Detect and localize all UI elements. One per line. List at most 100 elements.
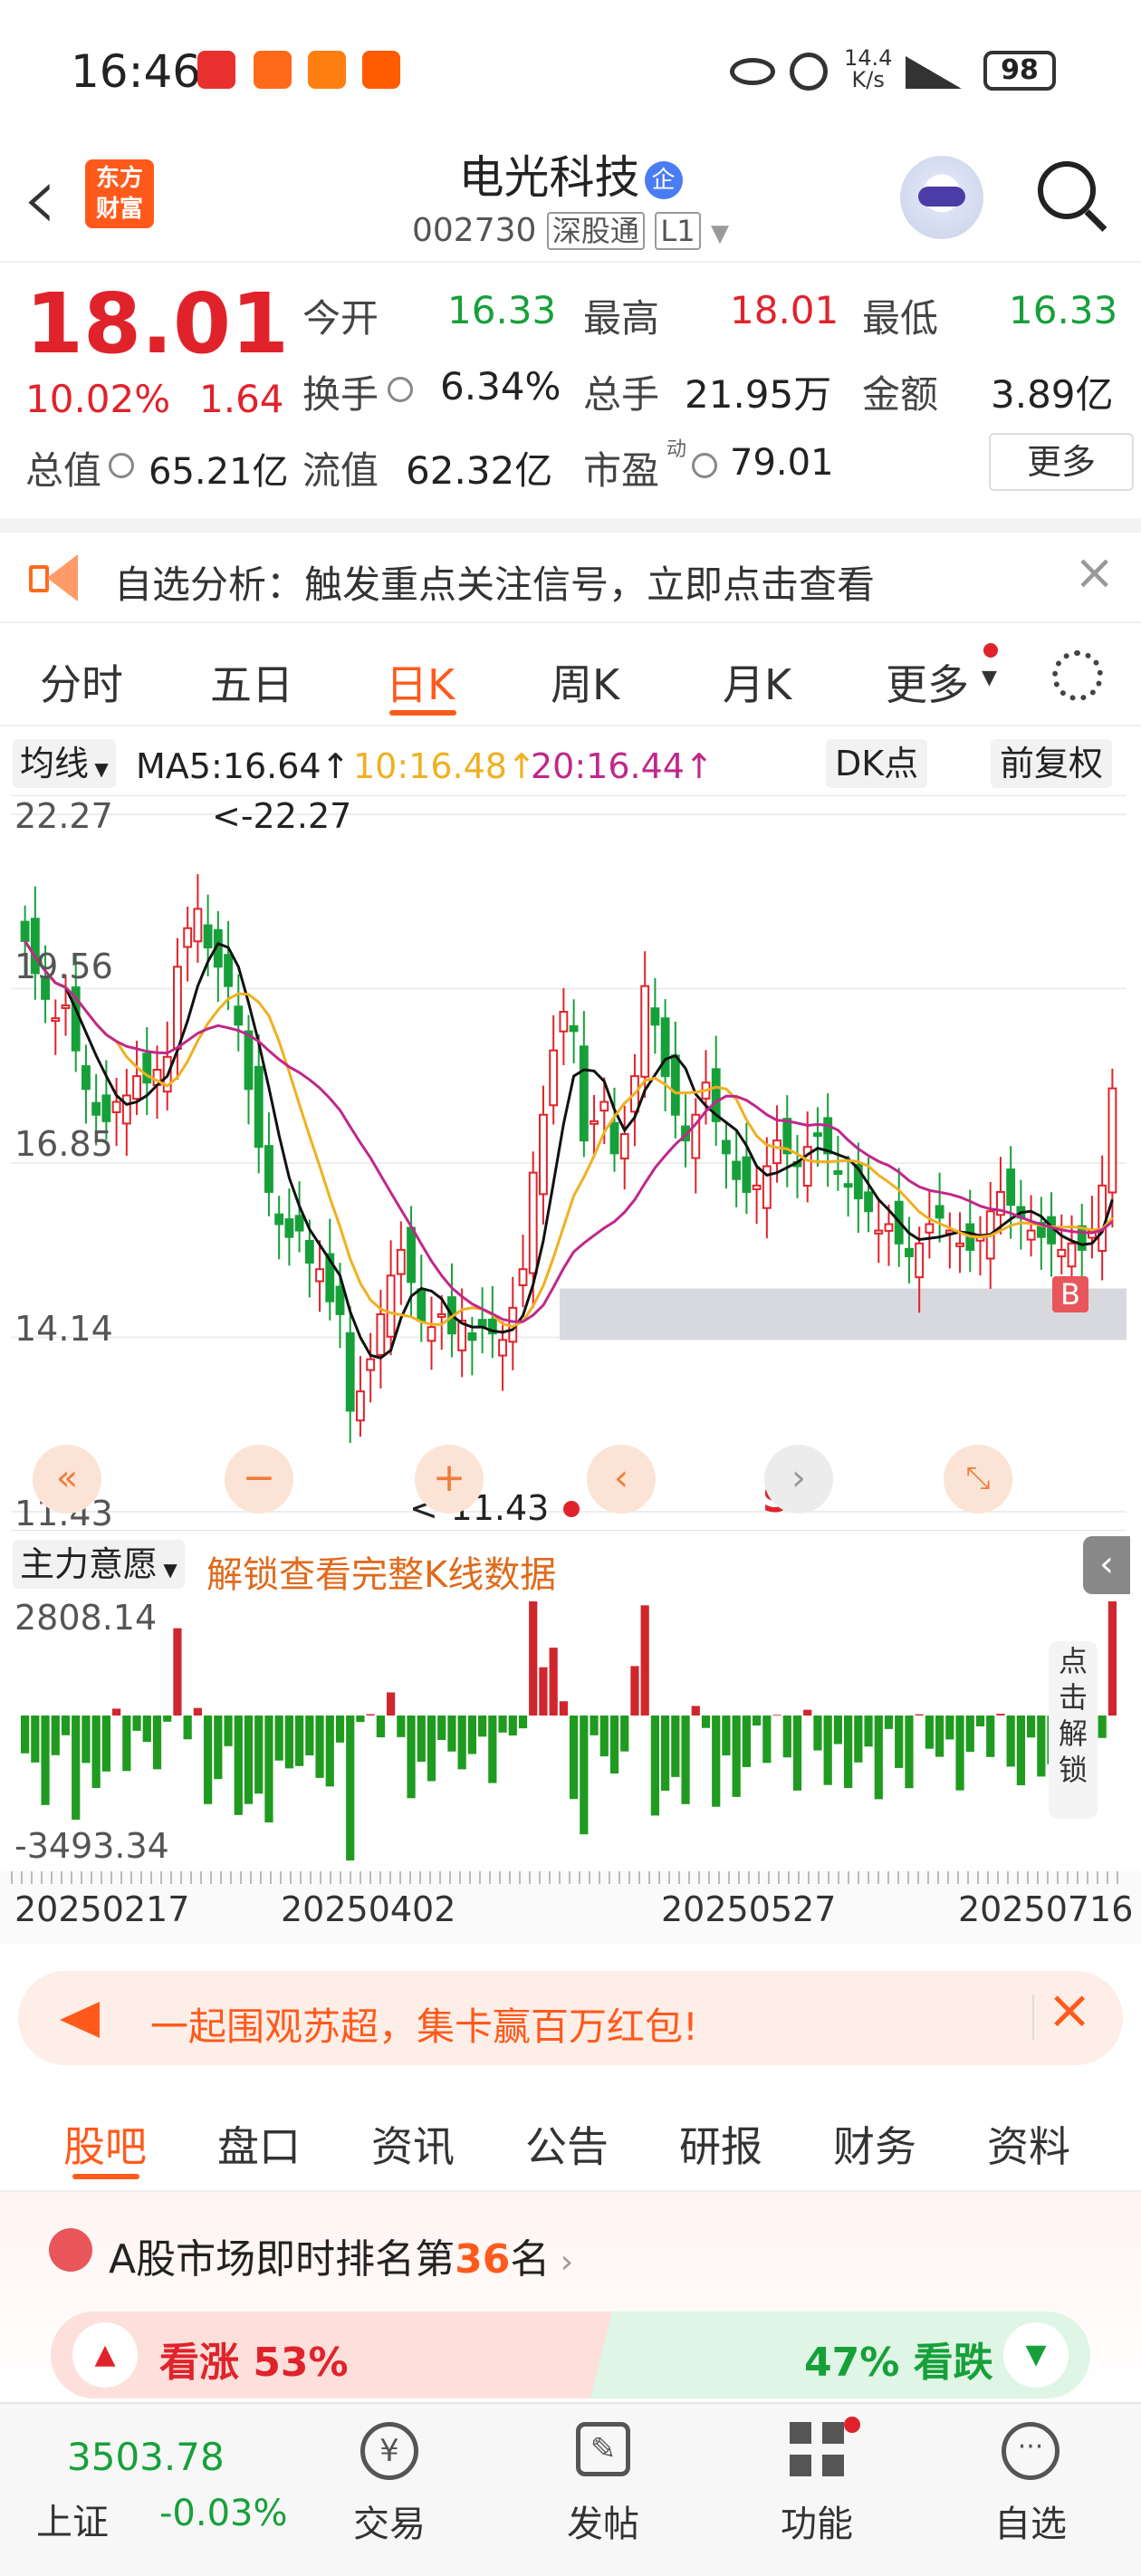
tab-intraday[interactable]: 分时 (40, 652, 123, 712)
candle-body (772, 1139, 781, 1165)
tab-order-book[interactable]: 盘口 (217, 2114, 301, 2174)
float-mv-label: 流值 (302, 448, 379, 493)
side-unlock-button[interactable]: 点 击 解 锁 (1049, 1641, 1098, 1819)
tab-weekly-k[interactable]: 周K (551, 652, 619, 712)
bear-button[interactable]: ▼ (1003, 2322, 1069, 2388)
tab-daily-k[interactable]: 日K (386, 652, 455, 712)
info-icon[interactable] (109, 453, 134, 478)
candle-body (356, 1390, 365, 1422)
nav-watchlist[interactable]: ··· 自选 (949, 2422, 1112, 2547)
float-mv-value: 62.32亿 (406, 448, 553, 493)
main-force-bar (792, 1716, 802, 1791)
main-force-bar (803, 1709, 812, 1716)
main-force-bar (457, 1716, 466, 1770)
amount-value: 3.89亿 (991, 372, 1114, 417)
main-force-bar (1037, 1716, 1046, 1777)
main-force-bar (193, 1707, 202, 1716)
y-tick-2: 19.56 (14, 947, 113, 986)
close-icon[interactable]: × (1047, 1978, 1092, 2042)
analysis-banner[interactable]: 自选分析：触发重点关注信号，立即点击查看 × (0, 533, 1141, 623)
bull-button[interactable]: ▲ (72, 2322, 138, 2388)
candle-body (833, 1169, 843, 1175)
market-tag: 深股通 (546, 212, 645, 250)
main-force-bar (833, 1716, 842, 1745)
tab-five-day[interactable]: 五日 (210, 652, 293, 712)
unlock-link[interactable]: 解锁查看完整K线数据 (206, 1545, 556, 1598)
pe-label: 市盈 (583, 448, 660, 493)
zoom-in-icon[interactable]: + (415, 1445, 484, 1514)
main-force-bar (508, 1716, 517, 1736)
index-change: -0.03% (159, 2493, 288, 2534)
candle-body (732, 1160, 742, 1180)
tab-monthly-k[interactable]: 月K (723, 652, 791, 712)
rank-title[interactable]: A股市场即时排名第36名 › (109, 2226, 573, 2284)
main-force-bar (183, 1716, 192, 1740)
main-force-bar (518, 1716, 528, 1729)
main-force-bar (427, 1716, 436, 1782)
settings-gear-icon[interactable] (1052, 650, 1103, 701)
market-rank-panel: A股市场即时排名第36名 › ▲ 看涨 53% 47% 看跌 ▼ (0, 2192, 1141, 2400)
info-icon[interactable] (388, 377, 413, 402)
signal-icon (906, 56, 962, 89)
nav-post-label: 发帖 (567, 2504, 639, 2545)
index-widget[interactable]: 3503.78 上证 -0.03% (36, 2431, 299, 2558)
nav-functions[interactable]: 功能 (735, 2417, 898, 2547)
app-icon-1 (197, 51, 235, 89)
sub-indicator-bar: 主力意愿 ▼ 解锁查看完整K线数据 ‹ (0, 1533, 1141, 1596)
tab-news[interactable]: 资讯 (371, 2114, 455, 2174)
indicator-selector[interactable]: 主力意愿 ▼ (13, 1540, 185, 1589)
tab-reports[interactable]: 研报 (679, 2114, 762, 2174)
adjust-button[interactable]: 前复权 (991, 739, 1113, 788)
candle-body (1098, 1184, 1107, 1253)
kline-chart[interactable]: 22.27 19.56 16.85 14.14 11.43 <-22.27 <-… (11, 795, 1139, 1533)
stock-code: 002730 (412, 212, 537, 249)
main-force-bar (570, 1716, 579, 1800)
collapse-panel-icon[interactable]: ‹ (1083, 1536, 1130, 1594)
info-icon[interactable] (692, 453, 717, 478)
main-force-chart[interactable]: 2808.14 -3493.34 点 击 解 锁 (11, 1596, 1127, 1868)
next-icon[interactable]: › (764, 1445, 833, 1514)
tab-profile[interactable]: 资料 (987, 2114, 1070, 2174)
main-force-bar (72, 1716, 81, 1820)
chevron-right-icon: › (550, 2244, 574, 2281)
candle-body (823, 1117, 833, 1155)
more-button[interactable]: 更多 (989, 433, 1134, 491)
more-dots-icon: ··· (1002, 2422, 1060, 2480)
nav-post[interactable]: ✎ 发帖 (522, 2422, 685, 2547)
side-unlock-char: 锁 (1058, 1753, 1088, 1787)
main-force-bar (732, 1716, 741, 1797)
tab-financials[interactable]: 财务 (833, 2114, 916, 2174)
status-time: 16:46 (71, 45, 202, 98)
buy-marker-b[interactable]: B (1052, 1276, 1088, 1312)
candle-body (498, 1339, 507, 1357)
candle-body (650, 1007, 660, 1026)
app-icon-2 (254, 51, 292, 89)
promo-banner[interactable]: 一起围观苏超，集卡赢百万红包! × (18, 1971, 1123, 2065)
status-bar: 16:46 14.4 K/s 98 (0, 0, 1141, 136)
candle-body (528, 1171, 538, 1274)
nav-trade[interactable]: ¥ 交易 (308, 2422, 471, 2547)
tab-more[interactable]: 更多 (886, 652, 969, 712)
candle-body (590, 1120, 599, 1125)
candle-body (82, 1065, 91, 1091)
prev-icon[interactable]: ‹ (587, 1445, 656, 1514)
level-tag: L1 (655, 212, 701, 250)
close-icon[interactable]: × (1074, 543, 1115, 601)
robot-avatar-icon[interactable] (900, 156, 983, 239)
main-force-bar (376, 1716, 385, 1738)
candle-body (1067, 1242, 1077, 1268)
candle-body (427, 1326, 436, 1342)
ma-selector[interactable]: 均线 ▼ (13, 739, 116, 788)
tab-forum[interactable]: 股吧 (63, 2114, 147, 2174)
zoom-out-icon[interactable]: − (225, 1445, 293, 1514)
tab-announcements[interactable]: 公告 (525, 2114, 609, 2174)
main-force-bar (101, 1716, 110, 1772)
main-force-bar (163, 1716, 172, 1722)
candle-body (345, 1331, 355, 1412)
main-force-bar (91, 1716, 101, 1788)
dk-points-button[interactable]: DK点 (826, 739, 928, 788)
indicator-selector-label: 主力意愿 (20, 1544, 158, 1584)
fullscreen-icon[interactable]: ⤡ (944, 1445, 1012, 1514)
candle-body (1006, 1168, 1016, 1206)
rewind-icon[interactable]: « (33, 1445, 101, 1514)
